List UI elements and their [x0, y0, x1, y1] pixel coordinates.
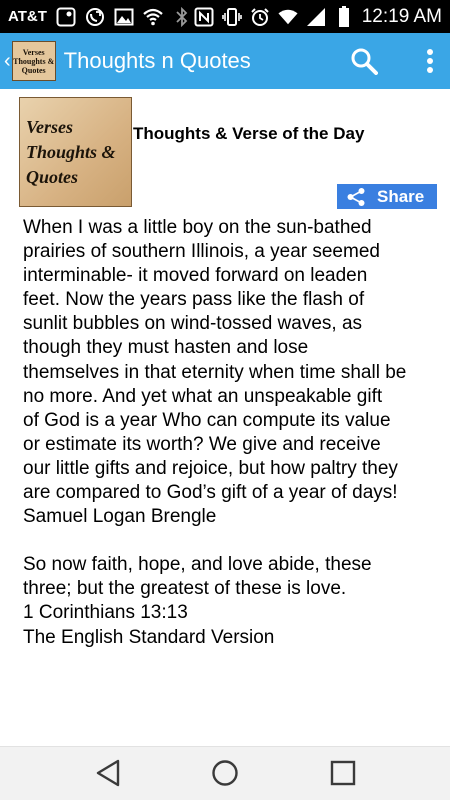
- share-button[interactable]: Share: [337, 184, 437, 209]
- app-bar: ‹ Verses Thoughts & Quotes Thoughts n Qu…: [0, 33, 450, 89]
- verse-text: So now faith, hope, and love abide, thes…: [23, 554, 372, 600]
- content-logo: Verses Thoughts & Quotes: [19, 97, 132, 207]
- search-icon: [351, 48, 378, 75]
- nfc-icon: [194, 7, 214, 27]
- nav-back-button[interactable]: [88, 755, 128, 791]
- signal-icon: [306, 7, 326, 27]
- verse-version: The English Standard Version: [23, 626, 275, 648]
- back-icon: [96, 759, 120, 787]
- status-bar: AT&T 12:19 AM: [0, 0, 450, 33]
- status-time: 12:19 AM: [361, 5, 442, 27]
- quote-author: Samuel Logan Brengle: [23, 506, 217, 528]
- nav-recents-button[interactable]: [323, 755, 363, 791]
- wifi-calling-icon: [143, 7, 163, 27]
- chevron-left-icon: ‹: [4, 50, 11, 72]
- overflow-menu-icon: [427, 49, 433, 73]
- notification-icon: [56, 7, 76, 27]
- quote-text: When I was a little boy on the sun-bathe…: [23, 217, 407, 504]
- logo-line: Thoughts &: [26, 141, 116, 162]
- verse-reference: 1 Corinthians 13:13: [23, 602, 188, 624]
- app-logo-line: Verses: [22, 47, 45, 57]
- alarm-icon: [250, 7, 270, 27]
- share-label: Share: [377, 186, 425, 206]
- image-icon: [114, 7, 134, 27]
- wifi-icon: [278, 7, 298, 27]
- vibrate-icon: [221, 7, 242, 27]
- logo-line: Quotes: [26, 166, 79, 187]
- home-icon: [212, 760, 238, 786]
- recents-icon: [330, 760, 356, 786]
- battery-icon: [334, 5, 354, 27]
- nav-home-button[interactable]: [205, 755, 245, 791]
- app-home-button[interactable]: ‹ Verses Thoughts & Quotes: [0, 33, 56, 89]
- app-logo-line: Thoughts &: [13, 56, 55, 66]
- app-logo: Verses Thoughts & Quotes: [11, 41, 56, 81]
- share-icon: [347, 187, 365, 206]
- logo-line: Verses: [26, 116, 74, 137]
- carrier-label: AT&T: [8, 8, 47, 25]
- app-title: Thoughts n Quotes: [63, 48, 251, 73]
- call-forward-icon: [85, 7, 105, 27]
- system-nav-bar: [0, 746, 450, 800]
- quote-body: When I was a little boy on the sun-bathe…: [23, 216, 438, 650]
- bluetooth-icon: [172, 6, 192, 27]
- overflow-menu-button[interactable]: [410, 33, 450, 89]
- app-logo-line: Quotes: [21, 65, 46, 75]
- page-heading: Thoughts & Verse of the Day: [133, 124, 365, 143]
- search-button[interactable]: [340, 33, 388, 89]
